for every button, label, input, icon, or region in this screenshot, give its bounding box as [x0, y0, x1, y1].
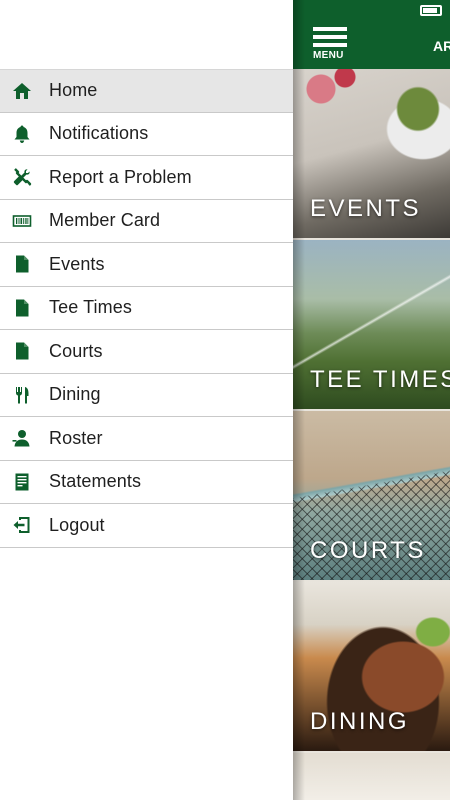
tile-events[interactable]: EVENTS: [293, 69, 450, 238]
drawer-item-label: Home: [49, 80, 98, 101]
drawer-item-member-card[interactable]: Member Card: [0, 199, 293, 243]
tools-icon: [11, 166, 33, 188]
drawer-item-label: Dining: [49, 384, 101, 405]
tile-label: TEE TIMES: [310, 366, 450, 393]
battery-icon: [420, 5, 442, 16]
drawer-item-courts[interactable]: Courts: [0, 330, 293, 374]
drawer-menu-list: Home Notifications Report a Problem Memb…: [0, 69, 293, 548]
person-icon: [11, 427, 33, 449]
drawer-item-report-a-problem[interactable]: Report a Problem: [0, 156, 293, 200]
navigation-drawer: Home Notifications Report a Problem Memb…: [0, 0, 293, 800]
drawer-item-notifications[interactable]: Notifications: [0, 112, 293, 156]
document-icon: [11, 340, 33, 362]
tile-label: COURTS: [310, 537, 426, 564]
drawer-item-label: Courts: [49, 340, 103, 361]
bell-icon: [11, 123, 33, 145]
menu-button-label: MENU: [313, 50, 344, 61]
fork-knife-icon: [11, 384, 33, 406]
main-content: MENU AR EVENTS TEE TIMES COURTS DINING: [293, 0, 450, 800]
document-icon: [11, 253, 33, 275]
tile-partial[interactable]: [293, 753, 450, 800]
document-icon: [11, 297, 33, 319]
menu-button[interactable]: MENU: [313, 27, 349, 65]
statement-icon: [11, 471, 33, 493]
drawer-item-logout[interactable]: Logout: [0, 504, 293, 548]
drawer-item-label: Member Card: [49, 210, 161, 231]
partial-tile-image: [293, 753, 450, 800]
drawer-item-tee-times[interactable]: Tee Times: [0, 286, 293, 330]
drawer-item-label: Report a Problem: [49, 166, 192, 187]
drawer-item-home[interactable]: Home: [0, 69, 293, 113]
hamburger-icon: [313, 27, 349, 47]
tile-label: DINING: [310, 708, 409, 735]
tile-dining[interactable]: DINING: [293, 582, 450, 751]
home-icon: [11, 80, 33, 102]
drawer-item-dining[interactable]: Dining: [0, 373, 293, 417]
barcode-icon: [11, 210, 33, 232]
drawer-item-label: Statements: [49, 471, 142, 492]
tile-tee-times[interactable]: TEE TIMES: [293, 240, 450, 409]
drawer-item-roster[interactable]: Roster: [0, 417, 293, 461]
app-top-bar: MENU AR: [293, 0, 450, 69]
drawer-item-label: Tee Times: [49, 297, 132, 318]
logout-icon: [11, 514, 33, 536]
tile-label: EVENTS: [310, 195, 422, 222]
drawer-item-label: Logout: [49, 514, 105, 535]
app-title-truncated: AR: [433, 38, 450, 54]
drawer-item-label: Roster: [49, 427, 103, 448]
drawer-item-label: Notifications: [49, 123, 149, 144]
drawer-item-label: Events: [49, 253, 105, 274]
tile-courts[interactable]: COURTS: [293, 411, 450, 580]
drawer-item-statements[interactable]: Statements: [0, 460, 293, 504]
drawer-item-events[interactable]: Events: [0, 243, 293, 287]
